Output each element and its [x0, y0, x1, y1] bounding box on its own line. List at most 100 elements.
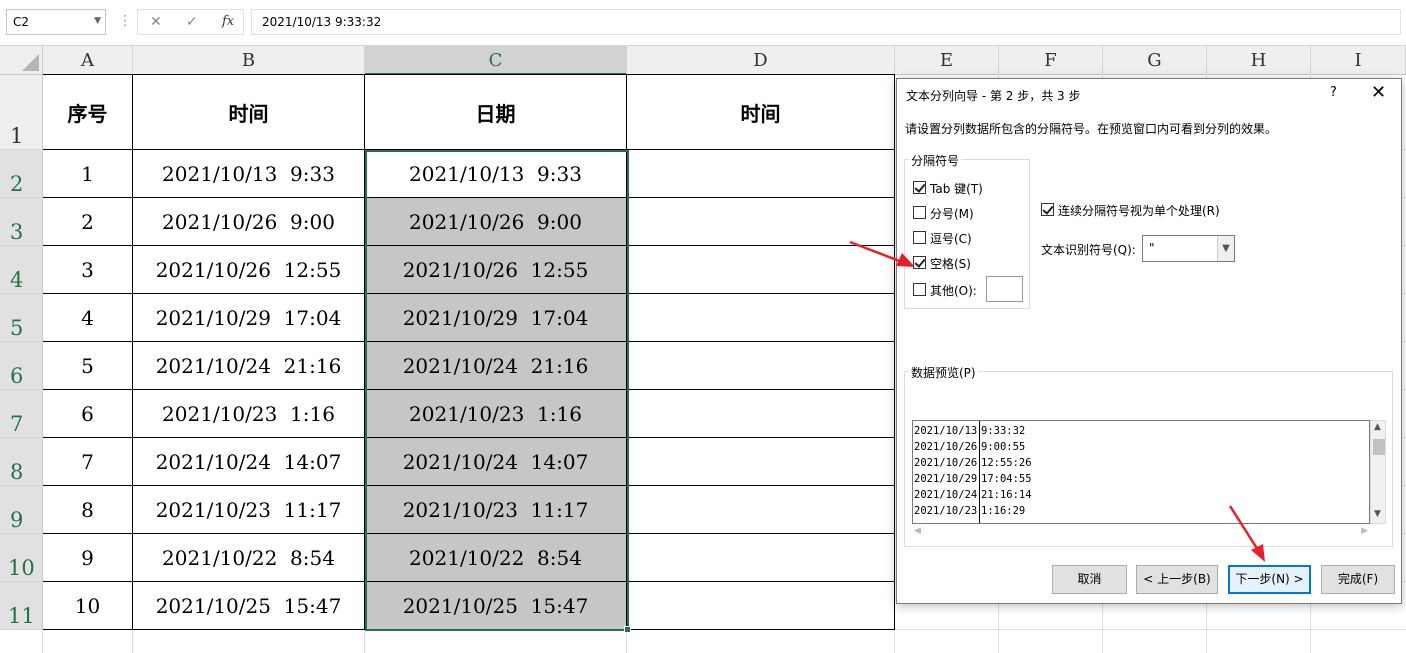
- name-box[interactable]: C2 ▼: [6, 9, 106, 35]
- table-cell[interactable]: 2021/10/13 9:33: [365, 150, 627, 198]
- column-header-d[interactable]: D: [627, 46, 895, 75]
- table-cell[interactable]: 2021/10/13 9:33: [133, 150, 365, 198]
- row-header-4[interactable]: 4: [0, 246, 43, 294]
- header-cell[interactable]: 时间: [133, 75, 365, 150]
- column-header-c[interactable]: C: [365, 46, 627, 75]
- cancel-icon[interactable]: ✕: [150, 14, 162, 30]
- column-header-b[interactable]: B: [133, 46, 365, 75]
- row-header-5[interactable]: 5: [0, 294, 43, 342]
- fill-handle[interactable]: [624, 626, 631, 633]
- enter-icon[interactable]: ✓: [186, 14, 198, 30]
- scroll-right-icon[interactable]: ▶: [1361, 526, 1368, 536]
- dialog-description: 请设置分列数据所包含的分隔符号。在预览窗口内可看到分列的效果。: [905, 122, 1278, 136]
- finish-button[interactable]: 完成(F): [1321, 565, 1395, 594]
- table-cell-empty[interactable]: [627, 198, 895, 246]
- text-qualifier-select[interactable]: " ▼: [1142, 235, 1235, 262]
- table-cell[interactable]: 2021/10/23 1:16: [133, 390, 365, 438]
- data-preview-box[interactable]: 2021/10/13 9:33:32 2021/10/26 9:00:55 2021/1…: [912, 420, 1370, 524]
- table-cell-empty[interactable]: [627, 150, 895, 198]
- table-cell[interactable]: 2021/10/23 11:17: [365, 486, 627, 534]
- table-cell-empty[interactable]: [627, 582, 895, 630]
- table-cell[interactable]: 2021/10/23 1:16: [365, 390, 627, 438]
- table-cell[interactable]: 2021/10/22 8:54: [365, 534, 627, 582]
- table-cell[interactable]: 7: [43, 438, 133, 486]
- column-header-i[interactable]: I: [1311, 46, 1406, 75]
- semicolon-checkbox[interactable]: [913, 206, 926, 219]
- select-all-corner[interactable]: [0, 46, 43, 75]
- preview-vertical-scrollbar[interactable]: ▲ ▼: [1370, 420, 1386, 524]
- table-cell[interactable]: 2021/10/26 9:00: [365, 198, 627, 246]
- table-cell-empty[interactable]: [627, 390, 895, 438]
- preview-horizontal-scrollbar[interactable]: ◀ ▶: [912, 525, 1370, 540]
- table-cell[interactable]: 10: [43, 582, 133, 630]
- chevron-down-icon[interactable]: ▼: [94, 16, 101, 26]
- table-cell[interactable]: 2021/10/26 9:00: [133, 198, 365, 246]
- table-cell[interactable]: 5: [43, 342, 133, 390]
- row-header-8[interactable]: 8: [0, 438, 43, 486]
- formula-input[interactable]: 2021/10/13 9:33:32: [251, 9, 1401, 35]
- tab-checkbox[interactable]: [913, 181, 926, 194]
- row-header-10[interactable]: 10: [0, 534, 43, 582]
- column-header-e[interactable]: E: [895, 46, 999, 75]
- table-cell[interactable]: 4: [43, 294, 133, 342]
- row-header-2[interactable]: 2: [0, 150, 43, 198]
- table-cell[interactable]: 3: [43, 246, 133, 294]
- table-cell-empty[interactable]: [627, 438, 895, 486]
- table-cell[interactable]: 2021/10/25 15:47: [133, 582, 365, 630]
- table-cell[interactable]: 2021/10/22 8:54: [133, 534, 365, 582]
- column-header-h[interactable]: H: [1207, 46, 1311, 75]
- other-delimiter-input[interactable]: [986, 276, 1023, 302]
- column-header-a[interactable]: A: [43, 46, 133, 75]
- header-cell[interactable]: 时间: [627, 75, 895, 150]
- table-cell-empty[interactable]: [627, 534, 895, 582]
- column-header-g[interactable]: G: [1103, 46, 1207, 75]
- chevron-down-icon[interactable]: ▼: [1217, 236, 1234, 261]
- row-header-7[interactable]: 7: [0, 390, 43, 438]
- table-cell[interactable]: 2021/10/26 12:55: [365, 246, 627, 294]
- preview-column-divider[interactable]: [979, 421, 980, 523]
- table-cell[interactable]: 2021/10/29 17:04: [133, 294, 365, 342]
- row-header-1[interactable]: 1: [0, 75, 43, 150]
- space-checkbox[interactable]: [913, 256, 926, 269]
- row-header-3[interactable]: 3: [0, 198, 43, 246]
- row-header-11[interactable]: 11: [0, 582, 43, 630]
- comma-checkbox[interactable]: [913, 231, 926, 244]
- table-cell[interactable]: 2021/10/29 17:04: [365, 294, 627, 342]
- header-cell[interactable]: 序号: [43, 75, 133, 150]
- close-button[interactable]: ✕: [1371, 82, 1386, 103]
- table-cell-empty[interactable]: [627, 294, 895, 342]
- table-cell[interactable]: 2021/10/26 12:55: [133, 246, 365, 294]
- formula-bar-grip-icon: ⋮: [118, 13, 132, 29]
- header-cell[interactable]: 日期: [365, 75, 627, 150]
- table-cell[interactable]: 8: [43, 486, 133, 534]
- back-button[interactable]: < 上一步(B): [1136, 565, 1218, 594]
- insert-function-icon[interactable]: fx: [222, 14, 234, 29]
- table-cell[interactable]: 2021/10/23 11:17: [133, 486, 365, 534]
- preview-cell-date: 2021/10/13: [914, 425, 978, 437]
- column-header-f[interactable]: F: [999, 46, 1103, 75]
- table-cell[interactable]: 2021/10/24 21:16: [365, 342, 627, 390]
- scroll-up-icon[interactable]: ▲: [1374, 422, 1381, 432]
- preview-cell-time: 12:55:26: [981, 457, 1032, 469]
- scroll-left-icon[interactable]: ◀: [914, 526, 921, 536]
- scroll-thumb[interactable]: [1373, 439, 1385, 455]
- cancel-button[interactable]: 取消: [1052, 565, 1127, 594]
- table-cell[interactable]: 2021/10/24 21:16: [133, 342, 365, 390]
- scroll-down-icon[interactable]: ▼: [1374, 509, 1381, 519]
- table-cell-empty[interactable]: [627, 486, 895, 534]
- table-cell-empty[interactable]: [627, 246, 895, 294]
- table-cell[interactable]: 2: [43, 198, 133, 246]
- table-cell[interactable]: 2021/10/25 15:47: [365, 582, 627, 630]
- next-button[interactable]: 下一步(N) >: [1228, 565, 1311, 594]
- consecutive-delimiters-checkbox[interactable]: [1041, 203, 1054, 216]
- help-button[interactable]: ?: [1330, 85, 1337, 100]
- row-header-6[interactable]: 6: [0, 342, 43, 390]
- table-cell[interactable]: 6: [43, 390, 133, 438]
- table-cell[interactable]: 2021/10/24 14:07: [133, 438, 365, 486]
- other-checkbox[interactable]: [913, 283, 926, 296]
- row-header-9[interactable]: 9: [0, 486, 43, 534]
- table-cell[interactable]: 2021/10/24 14:07: [365, 438, 627, 486]
- table-cell[interactable]: 9: [43, 534, 133, 582]
- table-cell[interactable]: 1: [43, 150, 133, 198]
- table-cell-empty[interactable]: [627, 342, 895, 390]
